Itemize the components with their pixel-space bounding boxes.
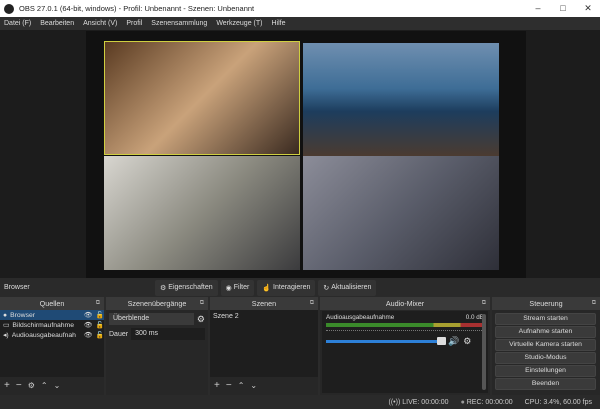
menu-szenensammlung[interactable]: Szenensammlung — [151, 20, 207, 27]
studio-mode-button[interactable]: Studio-Modus — [495, 352, 596, 364]
add-icon[interactable]: + — [214, 380, 220, 391]
video-tile-2 — [303, 43, 499, 157]
cpu-status: CPU: 3.4%, 60.00 fps — [524, 398, 592, 406]
interact-button[interactable]: ☝ Interagieren — [257, 279, 316, 296]
transitions-dock: Szenenübergänge ⧉ Überblende ⚙ Dauer 300 … — [106, 297, 208, 395]
start-recording-button[interactable]: Aufnahme starten — [495, 326, 596, 338]
dock-title: Steuerung — [529, 299, 563, 308]
selected-source-label: Browser — [4, 284, 30, 291]
lock-icon[interactable]: 🔓 — [96, 331, 104, 339]
globe-icon: ● — [3, 311, 8, 319]
refresh-button[interactable]: ↻ Aktualisieren — [318, 279, 377, 296]
live-status: ((•)) LIVE: 00:00:00 — [388, 398, 449, 406]
menu-bearbeiten[interactable]: Bearbeiten — [40, 20, 74, 27]
status-bar: ((•)) LIVE: 00:00:00 ● REC: 00:00:00 CPU… — [0, 395, 600, 409]
video-tile-4 — [303, 156, 499, 270]
maximize-icon[interactable]: □ — [551, 0, 575, 17]
gear-icon[interactable]: ⚙ — [463, 336, 471, 347]
exit-button[interactable]: Beenden — [495, 378, 596, 390]
dock-title: Szenen — [251, 299, 277, 308]
menu-werkzeuge[interactable]: Werkzeuge (T) — [216, 20, 262, 27]
obs-logo-icon — [4, 3, 14, 14]
float-icon[interactable]: ⧉ — [592, 297, 596, 310]
virtual-camera-button[interactable]: Virtuelle Kamera starten — [495, 339, 596, 351]
duration-input[interactable]: 300 ms — [131, 328, 205, 340]
remove-icon[interactable]: − — [226, 380, 232, 391]
minimize-icon[interactable]: – — [526, 0, 550, 17]
down-icon[interactable]: ⌄ — [54, 381, 61, 390]
controls-dock: Steuerung ⧉ Stream starten Aufnahme start… — [492, 297, 600, 395]
dock-title: Szenenübergänge — [127, 299, 187, 308]
eye-icon[interactable]: 👁 — [84, 331, 93, 339]
transition-select[interactable]: Überblende — [109, 313, 194, 325]
menu-ansicht[interactable]: Ansicht (V) — [83, 20, 117, 27]
remove-icon[interactable]: − — [16, 380, 22, 391]
float-icon[interactable]: ⧉ — [310, 297, 314, 310]
eye-icon[interactable]: 👁 — [84, 311, 93, 319]
slider-handle[interactable] — [437, 337, 446, 345]
scenes-dock: Szenen ⧉ Szene 2 + − ⌃ ⌄ — [210, 297, 318, 395]
gear-icon[interactable]: ⚙ — [197, 314, 205, 325]
sources-dock: Quellen ⧉ ● Browser 👁 🔓 ▭ Bildschirmaufnahme 👁… — [0, 297, 104, 395]
rec-status: ● REC: 00:00:00 — [460, 398, 513, 406]
gear-icon[interactable]: ⚙ — [28, 381, 35, 390]
settings-button[interactable]: Einstellungen — [495, 365, 596, 377]
monitor-icon: ▭ — [3, 322, 10, 329]
audio-mixer-dock: Audio-Mixer ⧉ Audioausgabeaufnahme 0.0 dB … — [320, 297, 490, 395]
title-bar: OBS 27.0.1 (64-bit, windows) - Profil: U… — [0, 0, 600, 17]
float-icon[interactable]: ⧉ — [200, 297, 204, 310]
menu-bar: Datei (F) Bearbeiten Ansicht (V) Profil … — [0, 17, 600, 30]
filter-icon: ◉ — [225, 284, 232, 292]
properties-button[interactable]: ⚙ Eigenschaften — [155, 279, 218, 296]
dock-title: Quellen — [39, 299, 65, 308]
meter-scale — [326, 327, 484, 331]
lock-icon[interactable]: 🔓 — [96, 321, 104, 329]
source-item[interactable]: ◂) Audioausgabeaufnah 👁 🔓 — [0, 330, 104, 340]
scene-item[interactable]: Szene 2 — [210, 310, 318, 322]
add-icon[interactable]: + — [4, 380, 10, 391]
filter-button[interactable]: ◉ Filter — [220, 279, 255, 296]
video-tile-1 — [104, 41, 300, 155]
up-icon[interactable]: ⌃ — [238, 381, 245, 390]
eye-icon[interactable]: 👁 — [84, 321, 93, 329]
duration-label: Dauer — [109, 330, 129, 338]
start-stream-button[interactable]: Stream starten — [495, 313, 596, 325]
source-item[interactable]: ▭ Bildschirmaufnahme 👁 🔓 — [0, 320, 104, 330]
hand-icon: ☝ — [262, 284, 272, 292]
source-item[interactable]: ● Browser 👁 🔓 — [0, 310, 104, 320]
close-icon[interactable]: ✕ — [576, 0, 600, 17]
dock-title: Audio-Mixer — [385, 299, 425, 308]
menu-hilfe[interactable]: Hilfe — [271, 20, 285, 27]
mixer-channel-name: Audioausgabeaufnahme — [326, 314, 395, 321]
gear-icon: ⚙ — [160, 284, 167, 292]
menu-datei[interactable]: Datei (F) — [4, 20, 31, 27]
window-title: OBS 27.0.1 (64-bit, windows) - Profil: U… — [19, 4, 255, 13]
speaker-icon[interactable]: 🔊 — [448, 336, 459, 347]
scrollbar[interactable] — [482, 314, 486, 390]
menu-profil[interactable]: Profil — [126, 20, 142, 27]
float-icon[interactable]: ⧉ — [96, 297, 100, 310]
broadcast-icon: ((•)) — [388, 398, 403, 406]
video-tile-3 — [104, 156, 300, 270]
preview-canvas[interactable] — [86, 31, 526, 278]
float-icon[interactable]: ⧉ — [482, 297, 486, 310]
up-icon[interactable]: ⌃ — [41, 381, 48, 390]
volume-slider[interactable] — [326, 337, 446, 345]
refresh-icon: ↻ — [323, 284, 330, 292]
down-icon[interactable]: ⌄ — [250, 381, 257, 390]
lock-icon[interactable]: 🔓 — [96, 311, 104, 319]
source-toolbar: Browser ⚙ Eigenschaften ◉ Filter ☝ Interagi… — [0, 278, 600, 297]
speaker-icon: ◂) — [3, 332, 9, 339]
